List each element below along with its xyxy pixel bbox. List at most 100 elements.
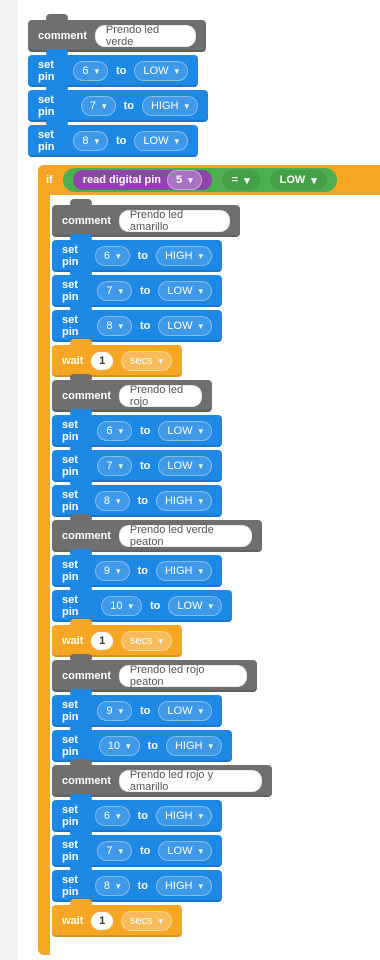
if-block[interactable]: if read digital pin 5 ▾ = ▾ LOW ▾ commen… xyxy=(38,165,380,955)
pin-dropdown[interactable]: 8 ▾ xyxy=(94,491,130,511)
set-pin-block[interactable]: set pin 6 ▾ to LOW ▾ xyxy=(52,409,222,447)
comment-text[interactable]: Prendo led rojo xyxy=(118,384,202,408)
set-pin-block[interactable]: set pin 9 ▾ to HIGH ▾ xyxy=(52,549,222,587)
block-notch xyxy=(70,829,92,837)
read-pin-dropdown[interactable]: 5 ▾ xyxy=(166,170,202,190)
value-dropdown[interactable]: HIGH ▾ xyxy=(141,96,198,116)
set-pin-block[interactable]: set pin 6 ▾ to HIGH ▾ xyxy=(52,794,222,832)
wait-block[interactable]: wait 1 secs ▾ xyxy=(52,339,182,377)
set-pin-block[interactable]: set pin 8 ▾ to HIGH ▾ xyxy=(52,479,222,517)
pin-dropdown[interactable]: 8 ▾ xyxy=(73,131,109,151)
block-notch xyxy=(70,234,92,242)
set-pin-block[interactable]: set pin 7 ▾ to LOW ▾ xyxy=(52,829,222,867)
set-pin-block[interactable]: set pin 8 ▾ to HIGH ▾ xyxy=(52,864,222,902)
value-dropdown[interactable]: LOW ▾ xyxy=(168,596,222,616)
to-label: to xyxy=(140,460,151,472)
wait-seconds-input[interactable]: 1 xyxy=(91,352,113,370)
value-dropdown[interactable]: LOW ▾ xyxy=(158,841,212,861)
value-dropdown[interactable]: LOW ▾ xyxy=(134,131,188,151)
set-pin-block[interactable]: set pin 7 ▾ to HIGH ▾ xyxy=(28,84,208,122)
condition-slot[interactable]: read digital pin 5 ▾ = ▾ LOW ▾ xyxy=(62,168,337,192)
pin-dropdown[interactable]: 6 ▾ xyxy=(94,806,130,826)
set-pin-block[interactable]: set pin 7 ▾ to LOW ▾ xyxy=(52,444,222,482)
chevron-down-icon: ▾ xyxy=(128,600,134,611)
secs-dropdown[interactable]: secs ▾ xyxy=(120,911,172,931)
to-label: to xyxy=(116,135,127,147)
comment-block[interactable]: comment Prendo led rojo y amarillo xyxy=(52,759,272,797)
comment-text[interactable]: Prendo led verde peaton xyxy=(118,524,252,548)
value-label: LOW xyxy=(143,135,169,147)
value-label: LOW xyxy=(167,285,193,297)
pin-dropdown[interactable]: 10 ▾ xyxy=(98,736,140,756)
value-dropdown[interactable]: HIGH ▾ xyxy=(155,246,212,266)
read-pin-value: 5 xyxy=(175,174,183,186)
value-dropdown[interactable]: LOW ▾ xyxy=(134,61,188,81)
chevron-down-icon: ▾ xyxy=(198,810,203,821)
set-pin-block[interactable]: set pin 10 ▾ to LOW ▾ xyxy=(52,584,232,622)
comment-text[interactable]: Prendo led rojo y amarillo xyxy=(118,769,262,793)
pin-dropdown[interactable]: 10 ▾ xyxy=(101,596,143,616)
pin-dropdown[interactable]: 6 ▾ xyxy=(73,61,109,81)
set-pin-block[interactable]: set pin 6 ▾ to HIGH ▾ xyxy=(52,234,222,272)
set-pin-block[interactable]: set pin 9 ▾ to LOW ▾ xyxy=(52,689,222,727)
pin-dropdown[interactable]: 6 ▾ xyxy=(94,246,130,266)
pin-dropdown[interactable]: 7 ▾ xyxy=(97,281,133,301)
wait-block[interactable]: wait 1 secs ▾ xyxy=(52,899,182,937)
comment-block[interactable]: comment Prendo led verde peaton xyxy=(52,514,262,552)
comment-text[interactable]: Prendo led verde xyxy=(94,24,196,48)
value-dropdown[interactable]: LOW ▾ xyxy=(158,281,212,301)
to-label: to xyxy=(137,810,148,822)
operator-dropdown[interactable]: = ▾ xyxy=(221,170,260,190)
value-dropdown[interactable]: LOW ▾ xyxy=(158,701,212,721)
set-pin-block[interactable]: set pin 7 ▾ to LOW ▾ xyxy=(52,269,222,307)
pin-dropdown[interactable]: 6 ▾ xyxy=(97,421,133,441)
pin-dropdown[interactable]: 7 ▾ xyxy=(97,841,133,861)
value-dropdown[interactable]: HIGH ▾ xyxy=(155,561,212,581)
compare-dropdown[interactable]: LOW ▾ xyxy=(269,170,327,190)
block-notch xyxy=(70,444,92,452)
block-notch xyxy=(70,199,92,207)
set-pin-label: set pin xyxy=(62,839,79,863)
block-notch xyxy=(70,759,92,767)
wait-block[interactable]: wait 1 secs ▾ xyxy=(52,619,182,657)
to-label: to xyxy=(137,250,148,262)
comment-label: comment xyxy=(62,775,111,787)
chevron-down-icon: ▾ xyxy=(311,174,317,187)
comment-block[interactable]: comment Prendo led rojo xyxy=(52,374,212,412)
value-dropdown[interactable]: LOW ▾ xyxy=(158,421,212,441)
chevron-down-icon: ▾ xyxy=(94,65,100,76)
value-dropdown[interactable]: LOW ▾ xyxy=(158,316,212,336)
value-dropdown[interactable]: LOW ▾ xyxy=(158,456,212,476)
block-notch xyxy=(70,514,92,522)
chevron-down-icon: ▾ xyxy=(116,880,121,891)
comment-block[interactable]: comment Prendo led amarillo xyxy=(52,199,240,237)
secs-dropdown[interactable]: secs ▾ xyxy=(120,351,172,371)
wait-seconds-input[interactable]: 1 xyxy=(91,912,113,930)
wait-seconds-input[interactable]: 1 xyxy=(91,632,113,650)
read-digital-pin[interactable]: read digital pin 5 ▾ xyxy=(72,170,212,190)
comment-block[interactable]: comment Prendo led rojo peaton xyxy=(52,654,257,692)
pin-dropdown[interactable]: 9 ▾ xyxy=(94,561,130,581)
comment-label: comment xyxy=(62,670,111,682)
value-dropdown[interactable]: HIGH ▾ xyxy=(155,806,212,826)
set-pin-block[interactable]: set pin 8 ▾ to LOW ▾ xyxy=(52,304,222,342)
secs-label: secs xyxy=(129,355,153,367)
value-dropdown[interactable]: HIGH ▾ xyxy=(155,491,212,511)
comment-text[interactable]: Prendo led rojo peaton xyxy=(118,664,247,688)
comment-block[interactable]: comment Prendo led verde xyxy=(28,14,206,52)
set-pin-block[interactable]: set pin 10 ▾ to HIGH ▾ xyxy=(52,724,232,762)
pin-dropdown[interactable]: 8 ▾ xyxy=(97,316,133,336)
to-label: to xyxy=(147,740,158,752)
pin-dropdown[interactable]: 9 ▾ xyxy=(97,701,133,721)
pin-dropdown[interactable]: 7 ▾ xyxy=(97,456,133,476)
secs-dropdown[interactable]: secs ▾ xyxy=(120,631,172,651)
value-dropdown[interactable]: HIGH ▾ xyxy=(155,876,212,896)
set-pin-block[interactable]: set pin 8 ▾ to LOW ▾ xyxy=(28,119,198,157)
value-dropdown[interactable]: HIGH ▾ xyxy=(165,736,222,756)
chevron-down-icon: ▾ xyxy=(118,845,124,856)
chevron-down-icon: ▾ xyxy=(198,285,203,296)
set-pin-block[interactable]: set pin 6 ▾ to LOW ▾ xyxy=(28,49,198,87)
comment-text[interactable]: Prendo led amarillo xyxy=(118,209,230,233)
pin-dropdown[interactable]: 7 ▾ xyxy=(80,96,116,116)
pin-dropdown[interactable]: 8 ▾ xyxy=(94,876,130,896)
